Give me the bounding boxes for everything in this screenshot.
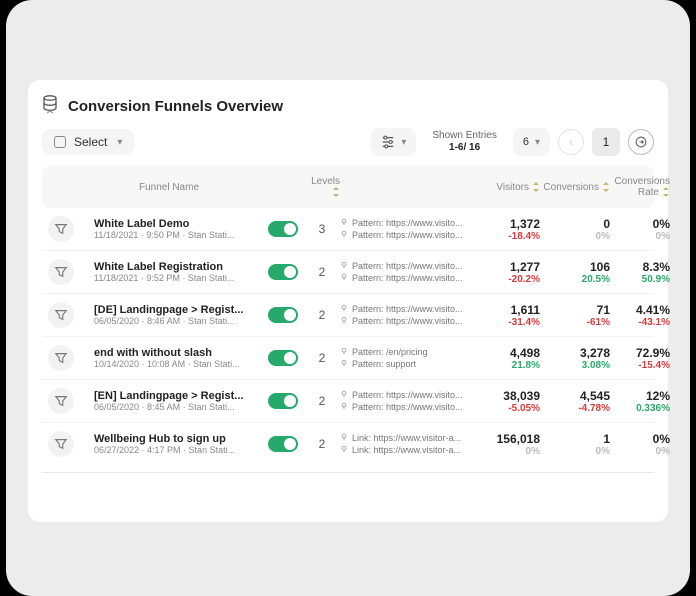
- pattern-list: Pattern: /en/pricingPattern: support: [340, 346, 480, 370]
- filters-button[interactable]: ▾: [371, 128, 416, 156]
- funnel-name: White Label Demo: [94, 218, 244, 230]
- pattern-list: Link: https://www.visitor-a...Link: http…: [340, 432, 480, 456]
- rate-cell: 4.41%-43.1%: [610, 303, 670, 328]
- pattern-list: Pattern: https://www.visito...Pattern: h…: [340, 217, 480, 241]
- table-row[interactable]: [DE] Landingpage > Regist...06/05/2020 ·…: [42, 294, 654, 337]
- select-rows-dropdown[interactable]: Select ▾: [42, 129, 134, 155]
- page-size-dropdown[interactable]: 6 ▾: [513, 128, 550, 156]
- funnel-name: [EN] Landingpage > Regist...: [94, 390, 244, 402]
- pin-icon: [340, 303, 348, 315]
- funnel-icon: [48, 345, 74, 371]
- pattern-list: Pattern: https://www.visito...Pattern: h…: [340, 303, 480, 327]
- sort-icon: [659, 187, 670, 198]
- funnel-icon: [48, 302, 74, 328]
- levels-value: 3: [304, 222, 340, 236]
- pin-icon: [340, 315, 348, 327]
- col-funnel-name[interactable]: Funnel Name: [94, 182, 244, 193]
- funnel-name: White Label Registration: [94, 261, 244, 273]
- active-toggle[interactable]: [268, 221, 298, 237]
- levels-value: 2: [304, 437, 340, 451]
- funnel-name: Wellbeing Hub to sign up: [94, 433, 244, 445]
- levels-value: 2: [304, 394, 340, 408]
- sort-icon: [599, 182, 610, 193]
- chevron-left-icon: ‹: [569, 135, 573, 149]
- rate-cell: 12%0.336%: [610, 389, 670, 414]
- funnel-meta: 06/05/2020 · 8:46 AM · Stan Stati...: [94, 316, 244, 326]
- pin-icon: [340, 229, 348, 241]
- table-header: Funnel Name Levels Visitors Conversions …: [42, 166, 654, 208]
- pattern-list: Pattern: https://www.visito...Pattern: h…: [340, 260, 480, 284]
- visitors-cell: 38,039-5.05%: [480, 389, 540, 414]
- funnel-meta: 11/18/2021 · 9:50 PM · Stan Stati...: [94, 230, 244, 240]
- pin-icon: [340, 401, 348, 413]
- active-toggle[interactable]: [268, 436, 298, 452]
- table-row[interactable]: [EN] Landingpage > Regist...06/05/2020 ·…: [42, 380, 654, 423]
- conversions-cell: 00%: [540, 217, 610, 242]
- sort-icon: [529, 182, 540, 193]
- active-toggle[interactable]: [268, 307, 298, 323]
- pin-icon: [340, 444, 348, 456]
- funnel-meta: 10/14/2020 · 10:08 AM · Stan Stati...: [94, 359, 244, 369]
- col-rate[interactable]: Conversions Rate: [610, 176, 670, 198]
- pin-icon: [340, 358, 348, 370]
- funnel-meta: 06/05/2020 · 8:45 AM · Stan Stati...: [94, 402, 244, 412]
- arrow-right-icon: [635, 136, 647, 148]
- funnels-card: Conversion Funnels Overview Select ▾ ▾ S…: [28, 80, 668, 522]
- database-icon: [42, 94, 58, 118]
- chevron-down-icon: ▾: [535, 137, 540, 148]
- checkbox-icon: [54, 136, 66, 148]
- visitors-cell: 156,0180%: [480, 432, 540, 457]
- rate-cell: 8.3%50.9%: [610, 260, 670, 285]
- table-row[interactable]: Wellbeing Hub to sign up06/27/2022 · 4:1…: [42, 423, 654, 465]
- table-row[interactable]: White Label Demo11/18/2021 · 9:50 PM · S…: [42, 208, 654, 251]
- sort-icon: [329, 187, 340, 198]
- prev-page-button[interactable]: ‹: [558, 129, 584, 155]
- col-levels[interactable]: Levels: [304, 176, 340, 198]
- funnel-name: end with without slash: [94, 347, 244, 359]
- funnel-icon: [48, 431, 74, 457]
- visitors-cell: 4,49821.8%: [480, 346, 540, 371]
- next-page-button[interactable]: [628, 129, 654, 155]
- pin-icon: [340, 217, 348, 229]
- pin-icon: [340, 272, 348, 284]
- conversions-cell: 10620.5%: [540, 260, 610, 285]
- page-title: Conversion Funnels Overview: [68, 98, 283, 115]
- funnel-icon: [48, 388, 74, 414]
- active-toggle[interactable]: [268, 393, 298, 409]
- conversions-cell: 10%: [540, 432, 610, 457]
- conversions-cell: 3,2783.08%: [540, 346, 610, 371]
- rate-cell: 0%0%: [610, 217, 670, 242]
- chevron-down-icon: ▾: [117, 137, 122, 148]
- visitors-cell: 1,611-31.4%: [480, 303, 540, 328]
- levels-value: 2: [304, 308, 340, 322]
- pin-icon: [340, 260, 348, 272]
- rate-cell: 0%0%: [610, 432, 670, 457]
- pattern-list: Pattern: https://www.visito...Pattern: h…: [340, 389, 480, 413]
- table-row[interactable]: White Label Registration11/18/2021 · 9:5…: [42, 251, 654, 294]
- visitors-cell: 1,372-18.4%: [480, 217, 540, 242]
- conversions-cell: 71-61%: [540, 303, 610, 328]
- funnel-name: [DE] Landingpage > Regist...: [94, 304, 244, 316]
- pin-icon: [340, 432, 348, 444]
- rate-cell: 72.9%-15.4%: [610, 346, 670, 371]
- select-label: Select: [74, 135, 107, 149]
- col-conversions[interactable]: Conversions: [540, 182, 610, 193]
- active-toggle[interactable]: [268, 350, 298, 366]
- levels-value: 2: [304, 265, 340, 279]
- visitors-cell: 1,277-20.2%: [480, 260, 540, 285]
- pin-icon: [340, 346, 348, 358]
- funnel-icon: [48, 259, 74, 285]
- current-page[interactable]: 1: [592, 128, 620, 156]
- funnel-meta: 11/18/2021 · 9:52 PM · Stan Stati...: [94, 273, 244, 283]
- shown-entries: Shown Entries 1-6/ 16: [424, 130, 504, 154]
- funnel-icon: [48, 216, 74, 242]
- pin-icon: [340, 389, 348, 401]
- active-toggle[interactable]: [268, 264, 298, 280]
- funnel-meta: 06/27/2022 · 4:17 PM · Stan Stati...: [94, 445, 244, 455]
- chevron-down-icon: ▾: [401, 137, 406, 148]
- table-row[interactable]: end with without slash10/14/2020 · 10:08…: [42, 337, 654, 380]
- col-visitors[interactable]: Visitors: [480, 182, 540, 193]
- levels-value: 2: [304, 351, 340, 365]
- conversions-cell: 4,545-4.78%: [540, 389, 610, 414]
